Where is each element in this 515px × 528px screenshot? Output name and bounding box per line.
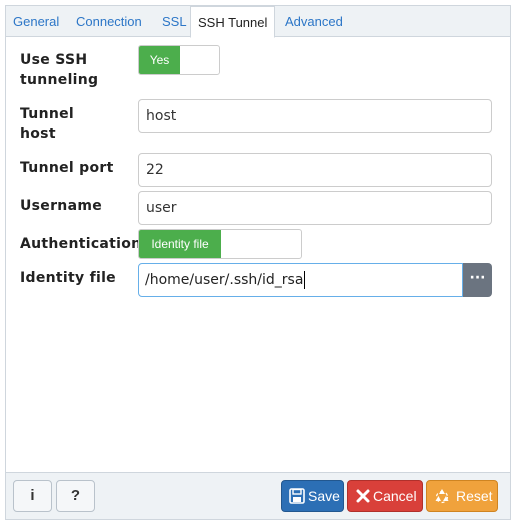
tab-bar: General Connection SSL SSH Tunnel Advanc… xyxy=(6,6,510,38)
identity-file-input[interactable]: /home/user/.ssh/id_rsa xyxy=(138,263,463,297)
reset-button[interactable]: Reset xyxy=(426,480,498,512)
tunnel-host-label-line1: Tunnel xyxy=(20,106,75,122)
recycle-icon xyxy=(435,489,449,504)
identity-file-control: /home/user/.ssh/id_rsa ··· xyxy=(138,263,492,297)
browse-file-button[interactable]: ··· xyxy=(463,263,492,297)
tunnel-host-label: Tunnel host xyxy=(20,104,74,144)
dialog-footer: i ? Save Cancel Reset xyxy=(6,472,510,519)
save-label: Save xyxy=(308,488,340,504)
authentication-toggle[interactable]: Identity file xyxy=(138,229,302,259)
text-cursor xyxy=(304,271,306,289)
use-ssh-toggle-on: Yes xyxy=(139,46,180,74)
identity-file-label: Identity file xyxy=(20,270,116,286)
tunnel-port-label: Tunnel port xyxy=(20,160,114,176)
tab-general[interactable]: General xyxy=(13,6,59,37)
tunnel-host-label-line2: host xyxy=(20,126,56,142)
close-icon xyxy=(356,489,370,503)
tab-advanced[interactable]: Advanced xyxy=(285,6,343,37)
tunnel-port-input[interactable]: 22 xyxy=(138,153,492,187)
save-button[interactable]: Save xyxy=(281,480,344,512)
authentication-toggle-on: Identity file xyxy=(139,230,221,258)
save-icon xyxy=(289,488,305,504)
use-ssh-toggle[interactable]: Yes xyxy=(138,45,220,75)
authentication-label: Authentication xyxy=(20,236,142,252)
tab-ssl[interactable]: SSL xyxy=(162,6,187,37)
reset-label: Reset xyxy=(456,488,493,504)
use-ssh-label-line2: tunneling xyxy=(20,72,99,88)
tab-connection[interactable]: Connection xyxy=(76,6,142,37)
info-button[interactable]: i xyxy=(13,480,52,512)
cancel-button[interactable]: Cancel xyxy=(347,480,423,512)
username-label: Username xyxy=(20,198,102,214)
dialog-frame: General Connection SSL SSH Tunnel Advanc… xyxy=(5,5,511,520)
use-ssh-label: Use SSH tunneling xyxy=(20,50,98,90)
use-ssh-label-line1: Use SSH xyxy=(20,52,88,68)
username-input[interactable]: user xyxy=(138,191,492,225)
tab-ssh-tunnel[interactable]: SSH Tunnel xyxy=(190,6,276,38)
cancel-label: Cancel xyxy=(373,488,417,504)
tunnel-host-input[interactable]: host xyxy=(138,99,492,133)
identity-file-value: /home/user/.ssh/id_rsa xyxy=(145,272,304,288)
help-button[interactable]: ? xyxy=(56,480,95,512)
